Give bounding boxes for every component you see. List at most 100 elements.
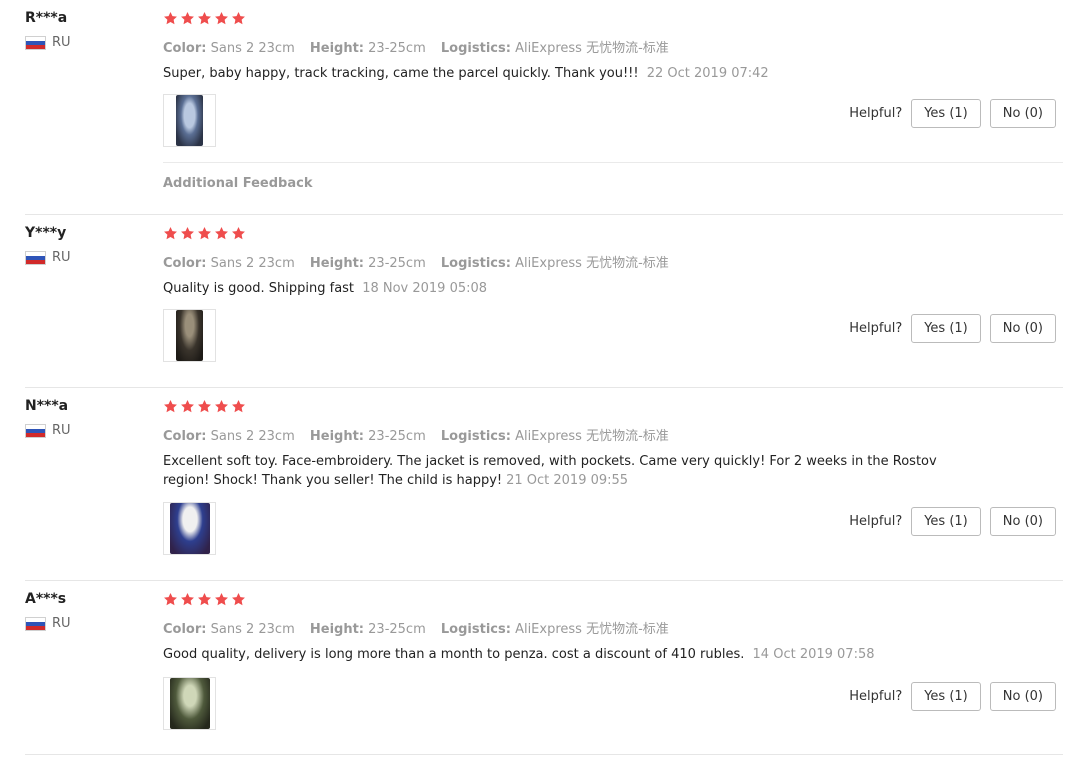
helpful-yes-button[interactable]: Yes (1) — [911, 99, 981, 128]
review-photo[interactable] — [163, 309, 216, 362]
product-attributes: Color: Sans 2 23cm Height: 23-25cm Logis… — [163, 425, 680, 444]
helpful-yes-button[interactable]: Yes (1) — [911, 314, 981, 343]
review-item: N***a RU Color: Sans 2 23cm Height: 23-2… — [25, 388, 1063, 581]
star-rating — [163, 399, 246, 414]
logistics-label: Logistics: — [440, 256, 511, 271]
review-photo[interactable] — [163, 94, 216, 147]
reviewer-info: R***a RU — [25, 10, 145, 50]
star-icon — [163, 399, 178, 414]
color-label: Color: — [163, 429, 207, 444]
review-body-line1: Excellent soft toy. Face-embroidery. The… — [163, 454, 937, 469]
russia-flag-icon — [25, 423, 46, 438]
country-code: RU — [52, 250, 71, 265]
reviewer-info: A***s RU — [25, 591, 145, 631]
logistics-label: Logistics: — [440, 429, 511, 444]
additional-feedback-label: Additional Feedback — [163, 176, 313, 191]
helpful-label: Helpful? — [849, 106, 903, 121]
star-rating — [163, 226, 246, 241]
star-icon — [214, 399, 229, 414]
helpful-no-button[interactable]: No (0) — [989, 99, 1056, 128]
color-label: Color: — [163, 622, 207, 637]
height-value: 23-25cm — [368, 256, 426, 271]
review-body: Quality is good. Shipping fast — [163, 281, 355, 296]
review-body: Good quality, delivery is long more than… — [163, 647, 745, 662]
russia-flag-icon — [25, 250, 46, 265]
divider — [163, 162, 1063, 163]
country-code: RU — [52, 35, 71, 50]
height-value: 23-25cm — [368, 41, 426, 56]
review-date: 22 Oct 2019 07:42 — [646, 66, 769, 81]
logistics-value: AliExpress 无忧物流-标准 — [515, 429, 669, 444]
logistics-value: AliExpress 无忧物流-标准 — [515, 622, 669, 637]
helpful-no-button[interactable]: No (0) — [989, 682, 1056, 711]
helpful-no-button[interactable]: No (0) — [989, 507, 1056, 536]
height-value: 23-25cm — [368, 429, 426, 444]
logistics-label: Logistics: — [440, 41, 511, 56]
star-icon — [197, 592, 212, 607]
product-attributes: Color: Sans 2 23cm Height: 23-25cm Logis… — [163, 37, 680, 56]
star-icon — [180, 399, 195, 414]
russia-flag-icon — [25, 616, 46, 631]
star-icon — [214, 226, 229, 241]
review-date: 14 Oct 2019 07:58 — [752, 647, 875, 662]
country-code: RU — [52, 616, 71, 631]
helpful-yes-button[interactable]: Yes (1) — [911, 682, 981, 711]
star-icon — [214, 592, 229, 607]
reviewer-country: RU — [25, 423, 145, 438]
review-item: A***s RU Color: Sans 2 23cm Height: 23-2… — [25, 581, 1063, 755]
review-date: 18 Nov 2019 05:08 — [362, 281, 488, 296]
review-item: Y***y RU Color: Sans 2 23cm Height: 23-2… — [25, 215, 1063, 388]
star-icon — [214, 11, 229, 26]
reviewer-info: Y***y RU — [25, 225, 145, 265]
color-value: Sans 2 23cm — [210, 41, 295, 56]
color-label: Color: — [163, 256, 207, 271]
star-icon — [197, 11, 212, 26]
review-feed: R***a RU Color: Sans 2 23cm Height: 23-2… — [0, 0, 1086, 755]
review-body-line2: region! Shock! Thank you seller! The chi… — [163, 473, 503, 488]
height-label: Height: — [309, 622, 365, 637]
review-photo[interactable] — [163, 677, 216, 730]
color-value: Sans 2 23cm — [210, 256, 295, 271]
toy-photo-thumbnail — [169, 678, 210, 729]
helpful-label: Helpful? — [849, 514, 903, 529]
product-attributes: Color: Sans 2 23cm Height: 23-25cm Logis… — [163, 252, 680, 271]
reviewer-name: A***s — [25, 591, 67, 607]
review-date: 21 Oct 2019 09:55 — [506, 473, 629, 488]
reviewer-country: RU — [25, 616, 145, 631]
review-item: R***a RU Color: Sans 2 23cm Height: 23-2… — [25, 0, 1063, 215]
review-body: Super, baby happy, track tracking, came … — [163, 66, 639, 81]
star-icon — [180, 11, 195, 26]
height-label: Height: — [309, 256, 365, 271]
helpful-vote: Helpful? Yes (1) No (0) — [849, 682, 1056, 711]
star-icon — [231, 399, 246, 414]
helpful-label: Helpful? — [849, 321, 903, 336]
helpful-no-button[interactable]: No (0) — [989, 314, 1056, 343]
star-rating — [163, 11, 246, 26]
logistics-value: AliExpress 无忧物流-标准 — [515, 256, 669, 271]
reviewer-name: Y***y — [25, 225, 67, 241]
russia-flag-icon — [25, 35, 46, 50]
star-icon — [180, 226, 195, 241]
review-photo[interactable] — [163, 502, 216, 555]
reviewer-country: RU — [25, 250, 145, 265]
star-rating — [163, 592, 246, 607]
reviewer-country: RU — [25, 35, 145, 50]
review-text: Quality is good. Shipping fast 18 Nov 20… — [163, 279, 963, 298]
star-icon — [231, 592, 246, 607]
review-text: Excellent soft toy. Face-embroidery. The… — [163, 452, 963, 490]
helpful-yes-button[interactable]: Yes (1) — [911, 507, 981, 536]
reviewer-name: R***a — [25, 10, 68, 26]
review-text: Super, baby happy, track tracking, came … — [163, 64, 963, 83]
reviewer-info: N***a RU — [25, 398, 145, 438]
helpful-vote: Helpful? Yes (1) No (0) — [849, 314, 1056, 343]
star-icon — [231, 226, 246, 241]
toy-photo-thumbnail — [176, 95, 203, 146]
height-label: Height: — [309, 429, 365, 444]
helpful-vote: Helpful? Yes (1) No (0) — [849, 507, 1056, 536]
product-attributes: Color: Sans 2 23cm Height: 23-25cm Logis… — [163, 618, 680, 637]
color-label: Color: — [163, 41, 207, 56]
star-icon — [163, 592, 178, 607]
helpful-label: Helpful? — [849, 689, 903, 704]
toy-photo-thumbnail — [169, 503, 210, 554]
reviewer-name: N***a — [25, 398, 69, 414]
